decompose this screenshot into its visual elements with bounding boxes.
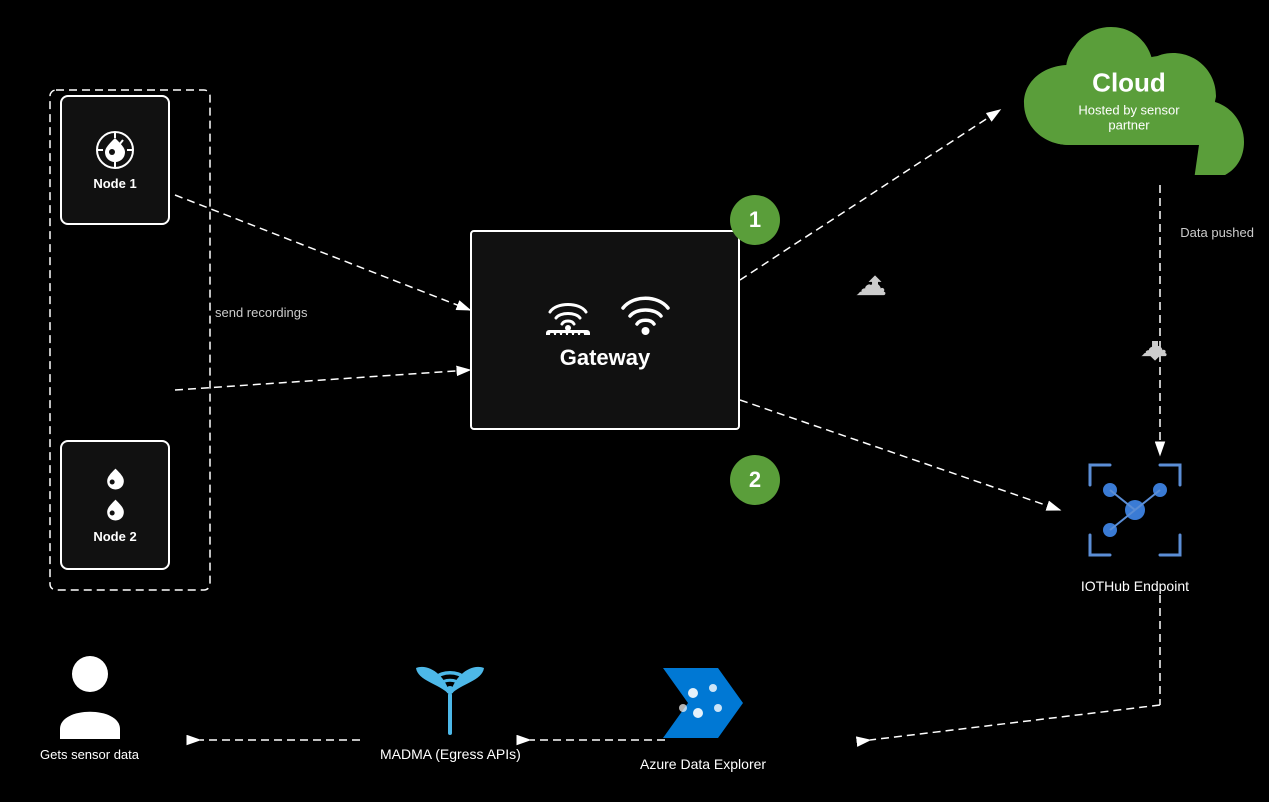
download-cloud-icon: ☁ (1140, 330, 1168, 363)
cloud-shape: Cloud Hosted by sensor partner (1014, 25, 1244, 175)
step1-label: 1 (749, 207, 761, 233)
diagram-container: ⬆ ⬇ Cloud Hosted by sensor partner (0, 0, 1269, 802)
wifi-icon (618, 290, 673, 335)
madma-label: MADMA (Egress APIs) (380, 746, 521, 762)
router-icon (538, 290, 598, 335)
data-pushed-label: Data pushed (1180, 225, 1254, 240)
step2-circle: 2 (730, 455, 780, 505)
node2-sensor-icon-bottom (98, 498, 133, 523)
person-icon (55, 654, 125, 739)
cloud-subtitle: Hosted by sensor partner (1072, 103, 1187, 133)
azure-container: Azure Data Explorer (640, 658, 766, 772)
madma-container: MADMA (Egress APIs) (380, 653, 521, 762)
node1-sensor-icon (95, 130, 135, 170)
iothub-label: IOTHub Endpoint (1081, 578, 1189, 594)
cloud-container: Cloud Hosted by sensor partner (999, 10, 1259, 190)
gateway-icons (538, 290, 673, 335)
node2-box: Node 2 (60, 440, 170, 570)
node1-label: Node 1 (93, 176, 136, 191)
send-recordings-label: send recordings (215, 305, 308, 320)
cloud-text: Cloud Hosted by sensor partner (1072, 68, 1187, 133)
gateway-label: Gateway (560, 345, 651, 371)
iothub-icon (1085, 460, 1185, 570)
node2-label: Node 2 (93, 529, 136, 544)
node1-box: Node 1 (60, 95, 170, 225)
azure-icon (658, 658, 748, 748)
iothub-container: IOTHub Endpoint (1081, 460, 1189, 594)
upload-cloud-icon: ☁ (855, 265, 887, 303)
cloud-title: Cloud (1072, 68, 1187, 99)
madma-icon (408, 653, 493, 738)
node2-sensor-icon-top (98, 467, 133, 492)
gets-sensor-data-label: Gets sensor data (40, 747, 139, 762)
gateway-box: Gateway (470, 230, 740, 430)
step2-label: 2 (749, 467, 761, 493)
step1-circle: 1 (730, 195, 780, 245)
azure-label: Azure Data Explorer (640, 756, 766, 772)
person-container: Gets sensor data (40, 654, 139, 762)
